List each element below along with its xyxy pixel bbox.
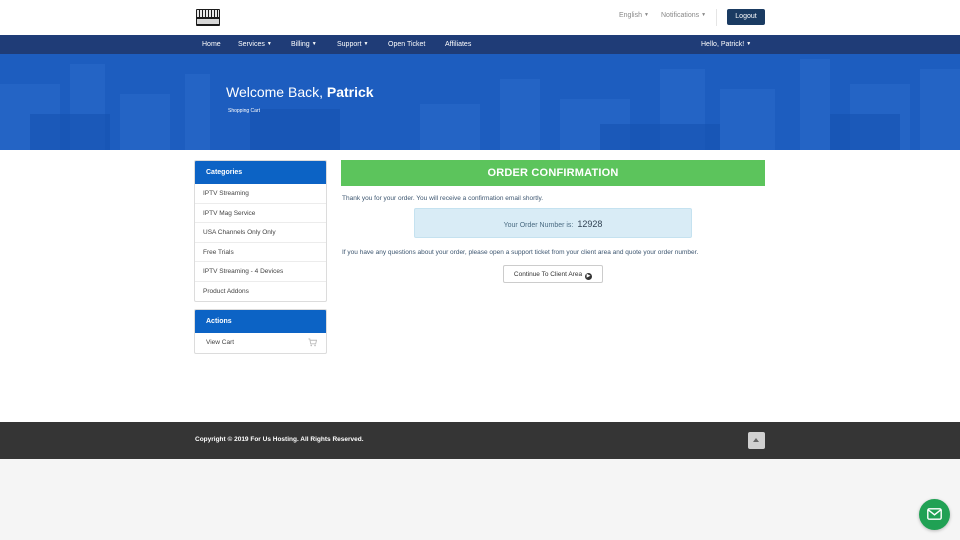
welcome-prefix: Welcome Back, (226, 84, 323, 100)
notifications-dropdown[interactable]: Notifications ▼ (661, 12, 706, 19)
order-number-box: Your Order Number is: 12928 (414, 208, 692, 238)
envelope-icon (927, 508, 942, 520)
chevron-down-icon: ▼ (311, 41, 317, 47)
copyright-text: Copyright © 2019 For Us Hosting. All Rig… (195, 436, 364, 443)
nav-item-services[interactable]: Services ▼ (238, 35, 272, 54)
nav-services-label: Services (238, 41, 265, 48)
order-number-label: Your Order Number is: (503, 222, 574, 229)
actions-panel: Actions View Cart (194, 309, 327, 354)
nav-billing-label: Billing (291, 41, 310, 48)
order-confirmation-heading: ORDER CONFIRMATION (341, 160, 765, 186)
user-greeting: Hello, Patrick! (701, 41, 745, 48)
logout-button[interactable]: Logout (727, 9, 765, 25)
support-info-text: If you have any questions about your ord… (342, 249, 699, 256)
nav-item-home[interactable]: Home (202, 35, 221, 54)
logo-skyline (197, 10, 219, 17)
continue-label: Continue To Client Area (513, 271, 583, 278)
welcome-user-name: Patrick (326, 84, 374, 100)
notifications-label: Notifications (661, 12, 700, 19)
categories-title: Categories (195, 161, 326, 184)
nav-support-label: Support (337, 41, 362, 48)
shopping-cart-icon (308, 338, 317, 347)
back-to-top-button[interactable] (748, 432, 765, 449)
top-bar: English ▼ Notifications ▼ Logout (0, 0, 960, 35)
nav-item-support[interactable]: Support ▼ (337, 35, 368, 54)
chevron-down-icon: ▼ (701, 12, 707, 18)
hero-background-pattern (0, 54, 960, 150)
chevron-down-icon: ▼ (266, 41, 272, 47)
nav-item-open-ticket[interactable]: Open Ticket (388, 35, 425, 54)
arrow-circle-right-icon: ▶ (585, 273, 593, 280)
site-logo[interactable] (196, 9, 220, 26)
thank-you-text: Thank you for your order. You will recei… (342, 195, 544, 202)
category-item[interactable]: Free Trials (195, 243, 326, 262)
order-number-value: 12928 (577, 219, 603, 229)
hero-banner (0, 54, 960, 150)
category-item[interactable]: Product Addons (195, 282, 326, 302)
actions-title: Actions (195, 310, 326, 333)
language-dropdown[interactable]: English ▼ (619, 12, 649, 19)
main-navbar: Home Services ▼ Billing ▼ Support ▼ Open Ti… (0, 35, 960, 54)
language-label: English (619, 12, 642, 19)
content-area (0, 150, 960, 422)
category-item[interactable]: IPTV Streaming (195, 184, 326, 204)
chevron-down-icon: ▼ (363, 41, 369, 47)
category-item[interactable]: USA Channels Only Only (195, 223, 326, 243)
user-menu[interactable]: Hello, Patrick! ▼ (701, 35, 751, 54)
divider (716, 9, 717, 26)
logo-band (197, 19, 219, 24)
category-item[interactable]: IPTV Mag Service (195, 204, 326, 223)
chevron-down-icon: ▼ (643, 12, 649, 18)
chat-message-button[interactable] (919, 499, 950, 530)
welcome-heading: Welcome Back, Patrick (226, 84, 374, 100)
view-cart-item[interactable]: View Cart (195, 333, 326, 353)
chevron-down-icon: ▼ (746, 41, 752, 47)
continue-to-client-area-button[interactable]: Continue To Client Area ▶ (503, 265, 603, 283)
view-cart-label: View Cart (206, 339, 235, 346)
category-item[interactable]: IPTV Streaming - 4 Devices (195, 262, 326, 282)
footer: Copyright © 2019 For Us Hosting. All Rig… (0, 422, 960, 459)
breadcrumb: Shopping Cart (228, 108, 260, 114)
nav-item-billing[interactable]: Billing ▼ (291, 35, 317, 54)
categories-panel: Categories IPTV Streaming IPTV Mag Servi… (194, 160, 327, 302)
nav-item-affiliates[interactable]: Affiliates (445, 35, 471, 54)
